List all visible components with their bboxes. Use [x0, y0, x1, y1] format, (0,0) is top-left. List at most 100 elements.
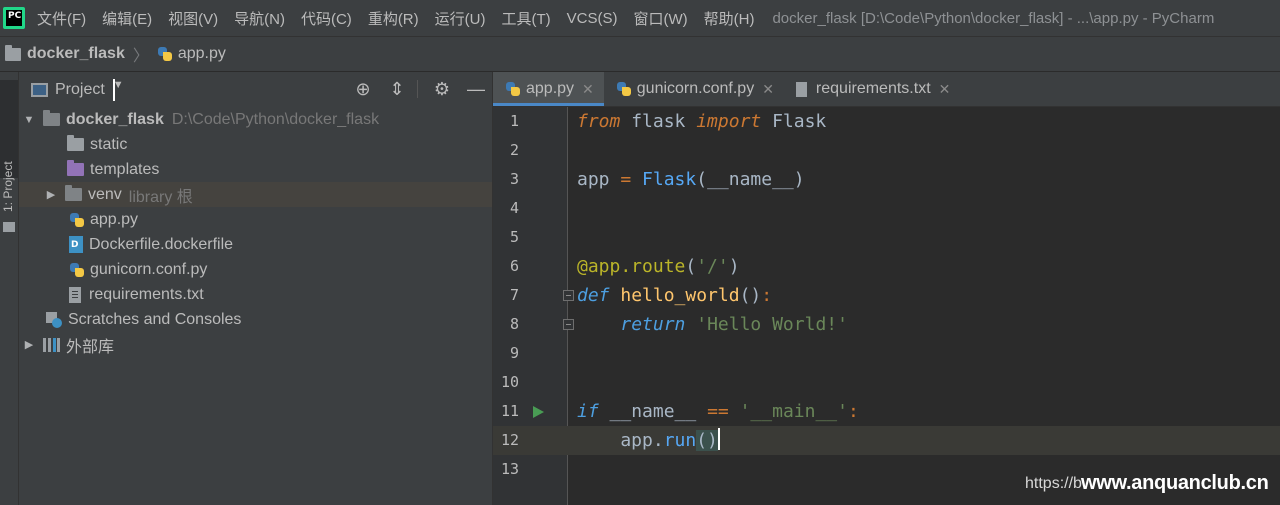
tree-label: venv: [88, 185, 122, 203]
line-number: 9: [509, 344, 519, 362]
project-tool-label[interactable]: 1: Project: [1, 122, 15, 212]
code-editor[interactable]: 1 from flask import Flask 2 3 app = Flas…: [493, 107, 1280, 505]
gear-icon[interactable]: ⚙: [432, 79, 452, 99]
breadcrumb-project[interactable]: docker_flask: [27, 45, 125, 63]
menu-run[interactable]: 运行(U): [435, 8, 486, 29]
tree-item-requirements[interactable]: requirements.txt: [19, 282, 492, 307]
line-number: 2: [509, 141, 519, 159]
tree-item-static[interactable]: static: [19, 132, 492, 157]
tree-item-external-libraries[interactable]: ▶ 外部库: [19, 332, 492, 357]
line-number: 1: [509, 112, 519, 130]
menu-edit[interactable]: 编辑(E): [102, 8, 152, 29]
editor-tabs: app.py ✕ gunicorn.conf.py ✕ requirements…: [493, 72, 1280, 107]
chevron-right-icon[interactable]: ▶: [45, 188, 57, 201]
tree-label: templates: [90, 160, 160, 178]
chevron-down-icon[interactable]: ▼: [23, 114, 35, 126]
tab-requirements[interactable]: requirements.txt ✕: [784, 72, 960, 106]
tree-item-venv[interactable]: ▶ venv library 根: [19, 182, 492, 207]
code-text: app.run(): [577, 428, 720, 451]
breadcrumb-separator: 〉: [132, 48, 149, 65]
code-line[interactable]: 11 if __name__ == '__main__':: [493, 397, 1280, 426]
chevron-right-icon[interactable]: ▶: [23, 338, 35, 351]
watermark-url: https://b: [1025, 475, 1082, 492]
code-line[interactable]: 1 from flask import Flask: [493, 107, 1280, 136]
code-line[interactable]: 5: [493, 223, 1280, 252]
menu-navigate[interactable]: 导航(N): [234, 8, 285, 29]
python-file-icon: [616, 81, 632, 97]
menu-refactor[interactable]: 重构(R): [368, 8, 419, 29]
watermark: https://b www.anquanclub.cn: [1025, 472, 1269, 494]
tree-item-gunicorn-conf[interactable]: gunicorn.conf.py: [19, 257, 492, 282]
tree-label: app.py: [90, 210, 139, 228]
tool-window-strip: 1: Project: [0, 72, 19, 505]
code-line[interactable]: 4: [493, 194, 1280, 223]
line-number: 10: [500, 373, 519, 391]
line-number: 3: [509, 170, 519, 188]
tree-label: docker_flask: [66, 110, 164, 128]
dockerfile-icon: [69, 236, 83, 253]
tree-label: requirements.txt: [89, 285, 204, 303]
templates-folder-icon: [67, 160, 84, 176]
code-line[interactable]: 9: [493, 339, 1280, 368]
current-code-line[interactable]: 12 app.run(): [493, 426, 1280, 455]
project-view-selector[interactable]: Project: [55, 81, 105, 99]
tab-gunicorn-conf[interactable]: gunicorn.conf.py ✕: [604, 72, 784, 106]
tree-item-templates[interactable]: templates: [19, 157, 492, 182]
code-text: def hello_world():: [577, 285, 773, 306]
toolbar-divider: [417, 80, 418, 98]
run-icon[interactable]: [533, 406, 544, 418]
menu-code[interactable]: 代码(C): [301, 8, 352, 29]
fold-icon[interactable]: [563, 290, 574, 301]
code-text: @app.route('/'): [577, 256, 740, 277]
tree-item-root[interactable]: ▼ docker_flask D:\Code\Python\docker_fla…: [19, 107, 492, 132]
menu-file[interactable]: 文件(F): [37, 8, 86, 29]
close-icon[interactable]: ✕: [939, 81, 951, 98]
chevron-down-icon[interactable]: ▼: [112, 78, 124, 101]
breadcrumb-file[interactable]: app.py: [178, 45, 226, 63]
fold-icon[interactable]: [563, 319, 574, 330]
code-line[interactable]: 8 return 'Hello World!': [493, 310, 1280, 339]
folder-icon: [3, 222, 15, 232]
menu-vcs[interactable]: VCS(S): [567, 10, 618, 27]
code-text: from flask import Flask: [577, 111, 827, 132]
minimize-icon[interactable]: —: [466, 79, 486, 99]
folder-icon: [5, 44, 21, 61]
line-number: 6: [509, 257, 519, 275]
line-number: 13: [500, 460, 519, 478]
tree-item-app-py[interactable]: app.py: [19, 207, 492, 232]
tree-label: Scratches and Consoles: [68, 310, 242, 328]
editor: app.py ✕ gunicorn.conf.py ✕ requirements…: [492, 72, 1280, 505]
menu-window[interactable]: 窗口(W): [633, 8, 687, 29]
tree-label: 外部库: [66, 338, 115, 356]
project-view-icon: [31, 82, 48, 97]
close-icon[interactable]: ✕: [582, 81, 594, 98]
close-icon[interactable]: ✕: [762, 81, 774, 98]
tab-app-py[interactable]: app.py ✕: [493, 72, 604, 106]
tree-item-dockerfile[interactable]: Dockerfile.dockerfile: [19, 232, 492, 257]
pycharm-logo-icon: PC: [3, 7, 25, 29]
panel-toolbar: ⊕ ⇕ ⚙ —: [339, 79, 486, 99]
menu-bar: PC 文件(F) 编辑(E) 视图(V) 导航(N) 代码(C) 重构(R) 运…: [0, 0, 1280, 36]
target-icon[interactable]: ⊕: [353, 79, 373, 99]
tree-item-scratches[interactable]: Scratches and Consoles: [19, 307, 492, 332]
code-line[interactable]: 6 @app.route('/'): [493, 252, 1280, 281]
code-line[interactable]: 10: [493, 368, 1280, 397]
menu-help[interactable]: 帮助(H): [704, 8, 755, 29]
code-line[interactable]: 7 def hello_world():: [493, 281, 1280, 310]
code-line[interactable]: 3 app = Flask(__name__): [493, 165, 1280, 194]
text-file-icon: [795, 81, 807, 97]
collapse-all-icon[interactable]: ⇕: [387, 79, 407, 99]
tab-label: gunicorn.conf.py: [636, 80, 755, 97]
tree-hint: library 根: [128, 188, 193, 206]
line-number: 12: [500, 431, 519, 449]
python-file-icon: [157, 46, 173, 62]
line-number: 7: [509, 286, 519, 304]
library-icon: [43, 337, 60, 352]
watermark-site: www.anquanclub.cn: [1081, 472, 1269, 494]
scratches-icon: [46, 311, 62, 328]
project-panel-header: Project ▼ ⊕ ⇕ ⚙ —: [19, 72, 492, 107]
menu-tools[interactable]: 工具(T): [501, 8, 550, 29]
code-line[interactable]: 2: [493, 136, 1280, 165]
menu-view[interactable]: 视图(V): [168, 8, 218, 29]
tab-label: app.py: [526, 80, 575, 97]
